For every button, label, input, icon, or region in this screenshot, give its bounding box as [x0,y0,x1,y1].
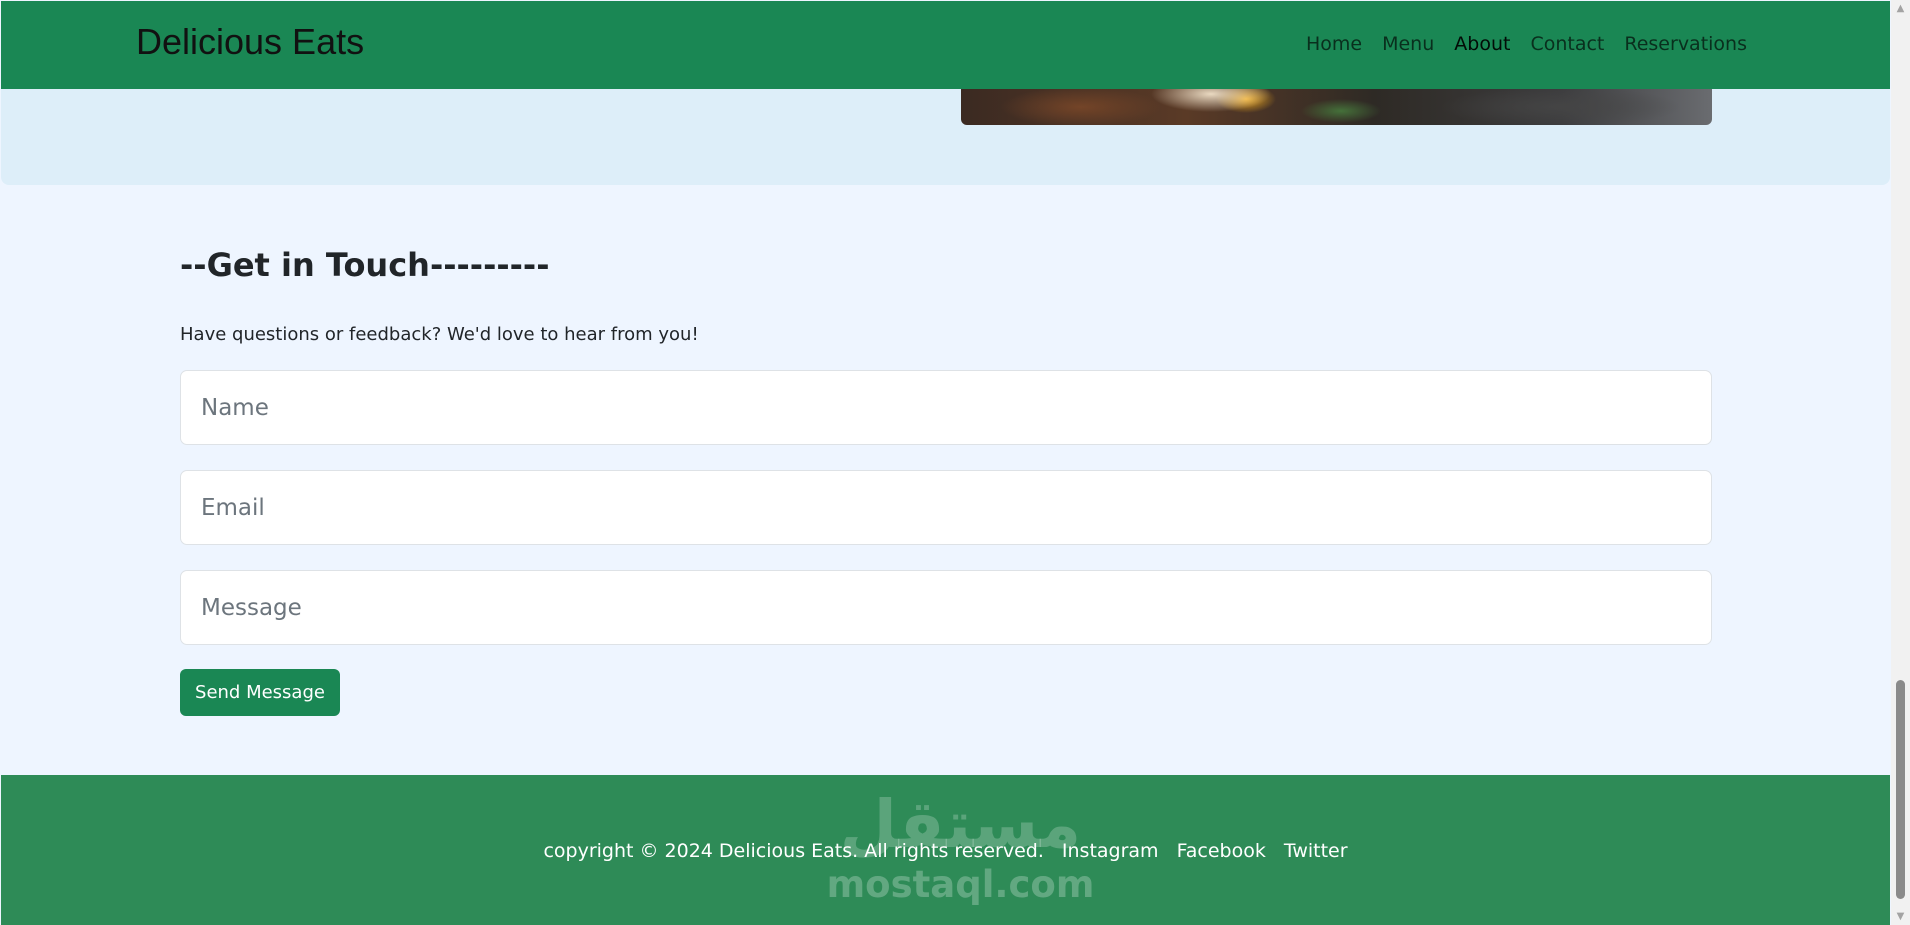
nav-link-reservations[interactable]: Reservations [1624,33,1747,55]
scrollbar-thumb[interactable] [1896,680,1905,899]
send-message-button[interactable]: Send Message [180,669,340,716]
contact-title: --Get in Touch--------- [180,246,550,284]
page: Delicious Eats Home Menu About Contact R… [0,0,1910,925]
footer-line: copyright © 2024 Delicious Eats. All rig… [1,840,1890,862]
email-input[interactable] [180,470,1712,545]
twitter-link[interactable]: Twitter [1284,840,1348,862]
contact-subtitle: Have questions or feedback? We'd love to… [180,324,699,345]
copyright-text: copyright © 2024 Delicious Eats. All rig… [543,840,1044,862]
message-textarea[interactable] [180,570,1712,645]
food-photo [961,89,1712,125]
navbar: Delicious Eats Home Menu About Contact R… [1,1,1890,89]
nav-link-menu[interactable]: Menu [1382,33,1434,55]
arrow-down-icon[interactable]: ▼ [1891,908,1910,925]
vertical-scrollbar[interactable]: ▲ ▼ [1891,0,1910,925]
nav-links: Home Menu About Contact Reservations [1306,33,1747,55]
watermark-latin: mostaql.com [826,863,1095,906]
nav-link-contact[interactable]: Contact [1530,33,1604,55]
nav-link-about[interactable]: About [1454,33,1510,55]
arrow-up-icon[interactable]: ▲ [1891,0,1910,17]
instagram-link[interactable]: Instagram [1062,840,1159,862]
nav-link-home[interactable]: Home [1306,33,1362,55]
facebook-link[interactable]: Facebook [1177,840,1266,862]
footer: copyright © 2024 Delicious Eats. All rig… [1,775,1890,925]
name-input[interactable] [180,370,1712,445]
brand-logo[interactable]: Delicious Eats [136,21,364,63]
